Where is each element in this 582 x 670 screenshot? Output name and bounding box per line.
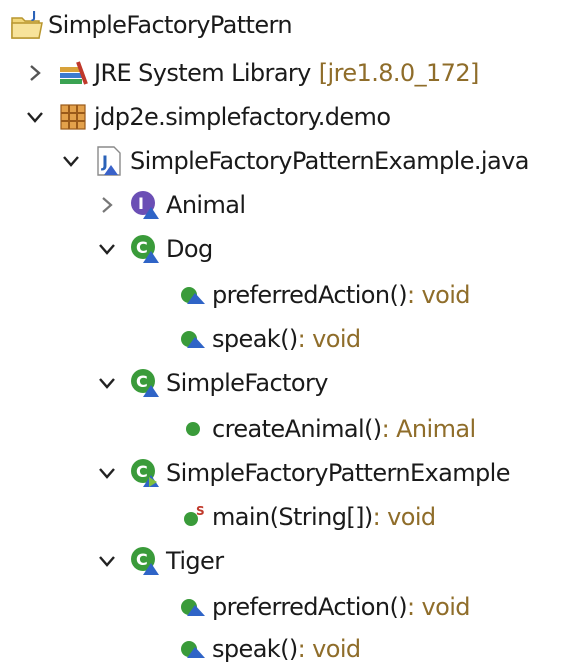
chevron-down-icon[interactable] (94, 370, 120, 396)
svg-text:C: C (136, 372, 147, 391)
tree-item-label: SimpleFactoryPatternExample.java (130, 147, 529, 175)
svg-text:C: C (136, 550, 147, 569)
svg-text:C: C (136, 238, 147, 257)
svg-text:S: S (196, 504, 204, 518)
static-method-icon: S (178, 500, 208, 534)
tree-item-label: Tiger (166, 547, 224, 575)
tree-item-label: SimpleFactoryPattern (48, 11, 293, 39)
library-icon (56, 56, 90, 90)
chevron-down-icon[interactable] (94, 548, 120, 574)
default-method-icon (178, 590, 208, 624)
tree-item-package[interactable]: jdp2e.simplefactory.demo (22, 96, 391, 138)
tree-item-create-animal[interactable]: createAnimal() : Animal (178, 408, 476, 450)
svg-text:I: I (138, 194, 143, 213)
public-method-icon (178, 412, 208, 446)
tree-item-tiger[interactable]: C Tiger (94, 540, 224, 582)
tree-item-label: SimpleFactory (166, 369, 328, 397)
tree-item-label: Animal (166, 191, 246, 219)
tree-item-simple-factory[interactable]: C SimpleFactory (94, 362, 328, 404)
class-icon: C (128, 366, 162, 400)
tree-item-tiger-preferred-action[interactable]: preferredAction() : void (178, 586, 471, 628)
method-name: preferredAction() (212, 281, 408, 309)
chevron-down-icon[interactable] (22, 104, 48, 130)
method-name: preferredAction() (212, 593, 408, 621)
chevron-down-icon[interactable] (94, 460, 120, 486)
chevron-down-icon[interactable] (58, 148, 84, 174)
runnable-class-icon: C (128, 456, 162, 490)
svg-text:C: C (136, 462, 147, 481)
chevron-right-icon[interactable] (94, 192, 120, 218)
class-icon: C (128, 232, 162, 266)
default-method-icon (178, 278, 208, 312)
default-method-icon (178, 322, 208, 356)
default-method-icon (178, 632, 208, 666)
tree-item-jre-library[interactable]: JRE System Library [jre1.8.0_172] (22, 52, 479, 94)
tree-item-label: Dog (166, 235, 213, 263)
method-return-type: : void (407, 281, 471, 309)
java-project-icon: J (10, 8, 44, 42)
method-return-type: : void (407, 593, 471, 621)
method-name: speak() (212, 325, 298, 353)
interface-icon: I (128, 188, 162, 222)
chevron-right-icon[interactable] (22, 60, 48, 86)
tree-item-tiger-speak[interactable]: speak() : void (178, 628, 361, 670)
class-icon: C (128, 544, 162, 578)
method-return-type: : void (372, 503, 437, 531)
java-file-icon: J (92, 144, 126, 178)
package-explorer-tree: J SimpleFactoryPattern JRE System Librar… (0, 0, 582, 668)
method-return-type: : void (297, 325, 362, 353)
method-return-type: : Animal (381, 415, 477, 443)
chevron-down-icon[interactable] (94, 236, 120, 262)
tree-item-label: JRE System Library (94, 59, 311, 87)
tree-item-label: SimpleFactoryPatternExample (166, 459, 510, 487)
method-name: speak() (212, 635, 298, 663)
tree-item-main[interactable]: S main(String[]) : void (178, 496, 436, 538)
tree-item-dog-preferred-action[interactable]: preferredAction() : void (178, 274, 471, 316)
method-name: createAnimal() (212, 415, 382, 443)
jre-version-label: [jre1.8.0_172] (318, 59, 480, 87)
method-return-type: : void (297, 635, 362, 663)
tree-item-dog[interactable]: C Dog (94, 228, 213, 270)
tree-item-java-file[interactable]: J SimpleFactoryPatternExample.java (58, 140, 529, 182)
tree-item-label: jdp2e.simplefactory.demo (94, 103, 391, 131)
tree-item-simple-factory-pattern-example[interactable]: C SimpleFactoryPatternExample (94, 452, 510, 494)
tree-item-animal[interactable]: I Animal (94, 184, 246, 226)
svg-text:J: J (101, 152, 107, 171)
svg-text:J: J (31, 10, 36, 22)
tree-item-project[interactable]: J SimpleFactoryPattern (10, 4, 293, 46)
tree-item-dog-speak[interactable]: speak() : void (178, 318, 361, 360)
method-name: main(String[]) (212, 503, 373, 531)
package-icon (56, 100, 90, 134)
